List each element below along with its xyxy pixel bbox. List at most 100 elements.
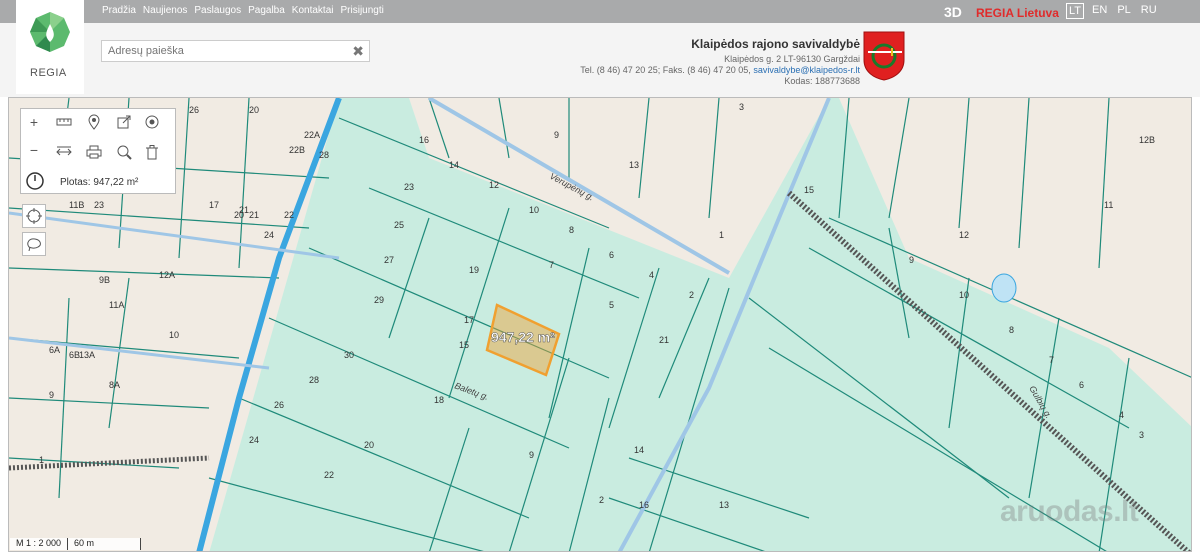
parcel-number: 17 <box>209 200 219 210</box>
municipality-address: Klaipėdos g. 2 LT-96130 Gargždai <box>724 54 860 64</box>
pond <box>991 273 1017 303</box>
zoom-out-icon[interactable]: − <box>23 139 45 161</box>
parcel-number: 28 <box>309 375 319 385</box>
parcel-number: 14 <box>449 160 459 170</box>
parcel-grid <box>9 98 1191 551</box>
parcel-number: 12A <box>159 270 175 280</box>
compass-icon[interactable] <box>23 169 47 193</box>
3d-link[interactable]: 3D <box>944 4 962 20</box>
parcel-number: 28 <box>319 150 329 160</box>
lang-lt[interactable]: LT <box>1066 3 1085 19</box>
parcel-number: 4 <box>1119 410 1124 420</box>
parcel-number: 9 <box>49 390 54 400</box>
main-nav: Pradžia Naujienos Paslaugos Pagalba Kont… <box>102 5 384 16</box>
target-icon[interactable] <box>141 111 163 133</box>
parcel-number: 23 <box>404 182 414 192</box>
parcel-area-label: 947,22 m² <box>491 329 555 345</box>
parcel-number: 3 <box>1139 430 1144 440</box>
pin-icon[interactable] <box>83 111 105 133</box>
parcel-number: 25 <box>394 220 404 230</box>
parcel-number: 4 <box>649 270 654 280</box>
parcel-number: 8 <box>1009 325 1014 335</box>
parcel-number: 20 <box>249 105 259 115</box>
parcel-number: 9 <box>554 130 559 140</box>
parcel-number: 23 <box>94 200 104 210</box>
nav-contacts[interactable]: Kontaktai <box>292 5 334 16</box>
nav-login[interactable]: Prisijungti <box>341 5 384 16</box>
parcel-number: 11A <box>109 300 124 310</box>
parcel-number: 13A <box>79 350 95 360</box>
measure-width-icon[interactable] <box>53 141 75 163</box>
lang-ru[interactable]: RU <box>1139 3 1159 19</box>
locate-icon[interactable] <box>22 204 46 228</box>
parcel-number: 30 <box>344 350 354 360</box>
parcel-number: 12 <box>959 230 969 240</box>
language-switcher: LT EN PL RU <box>1066 3 1159 19</box>
parcel-number: 15 <box>459 340 469 350</box>
clear-icon[interactable]: ✖ <box>352 43 364 60</box>
parcel-number: 9 <box>529 450 534 460</box>
share-icon[interactable] <box>113 111 135 133</box>
parcel-number: 8 <box>569 225 574 235</box>
lang-en[interactable]: EN <box>1090 3 1109 19</box>
parcel-number: 10 <box>169 330 179 340</box>
parcel-number: 26 <box>274 400 284 410</box>
lang-pl[interactable]: PL <box>1115 3 1132 19</box>
parcel-number: 22B <box>289 145 305 155</box>
parcel-number: 9 <box>909 255 914 265</box>
nav-news[interactable]: Naujienos <box>143 5 187 16</box>
top-bar: Pradžia Naujienos Paslaugos Pagalba Kont… <box>0 0 1200 23</box>
scale-distance: 60 m <box>68 538 142 550</box>
residential-area <box>839 98 1191 427</box>
parcel-number: 26 <box>189 105 199 115</box>
parcel-boundary <box>448 207 510 399</box>
parcel-number: 14 <box>634 445 644 455</box>
search-input[interactable] <box>102 41 354 61</box>
parcel-number: 17 <box>464 315 474 325</box>
regia-logo-icon <box>30 12 70 52</box>
cadastral-map[interactable]: 391312B161412108642175211917152325272930… <box>9 98 1192 552</box>
parcel-number: 16 <box>639 500 649 510</box>
parcel-number: 10 <box>529 205 539 215</box>
parcel-number: 6 <box>1079 380 1084 390</box>
nav-home[interactable]: Pradžia <box>102 5 136 16</box>
nav-help[interactable]: Pagalba <box>248 5 285 16</box>
parcel-number: 16 <box>419 135 429 145</box>
municipality-email[interactable]: savivaldybe@klaipedos-r.lt <box>753 65 860 75</box>
parcel-number: 8A <box>109 380 120 390</box>
parcel-number: 21 <box>659 335 669 345</box>
parcel-number: 22 <box>324 470 334 480</box>
parcel-number: 24 <box>264 230 274 240</box>
parcel-number: 13 <box>629 160 639 170</box>
search-area-icon[interactable] <box>113 141 135 163</box>
parcel-number: 27 <box>384 255 394 265</box>
regia-logo[interactable] <box>16 0 84 94</box>
parcel-number: 24 <box>249 435 259 445</box>
street-name: Baletų g. <box>453 380 490 402</box>
map-scale: M 1 : 2 000 60 m <box>10 538 142 550</box>
parcel-boundary <box>608 267 660 429</box>
municipality-info: Klaipėdos rajono savivaldybė Klaipėdos g… <box>580 38 860 87</box>
parcel-boundary <box>208 477 484 551</box>
watermark: aruodas.lt <box>1000 495 1139 528</box>
trash-icon[interactable] <box>141 141 163 163</box>
parcel-number: 1 <box>39 455 44 465</box>
parcel-boundary <box>648 287 730 551</box>
parcel-boundary <box>429 427 470 551</box>
municipality-phones: Tel. (8 46) 47 20 25; Faks. (8 46) 47 20… <box>580 65 751 75</box>
lasso-icon[interactable] <box>22 232 46 256</box>
zoom-in-icon[interactable]: + <box>23 111 45 133</box>
municipality-code: Kodas: 188773688 <box>784 76 860 86</box>
print-icon[interactable] <box>83 141 105 163</box>
nav-services[interactable]: Paslaugos <box>194 5 241 16</box>
parcel-number: 19 <box>469 265 479 275</box>
parcel-number: 6A <box>49 345 60 355</box>
parcel-number: 12 <box>489 180 499 190</box>
map-view[interactable]: 3 9 13 12B 16 14 12 10 8 6 4 2 1 7 5 21 19 17 15 23 25 27 29 30… <box>8 97 1192 552</box>
parcel-boundary <box>508 357 570 551</box>
measure-length-icon[interactable] <box>53 111 75 133</box>
regia-lietuva-link[interactable]: REGIA Lietuva <box>976 6 1059 20</box>
scale-ratio: M 1 : 2 000 <box>10 538 69 550</box>
parcel-number: 22A <box>304 130 320 140</box>
parcel-boundary <box>238 397 530 519</box>
